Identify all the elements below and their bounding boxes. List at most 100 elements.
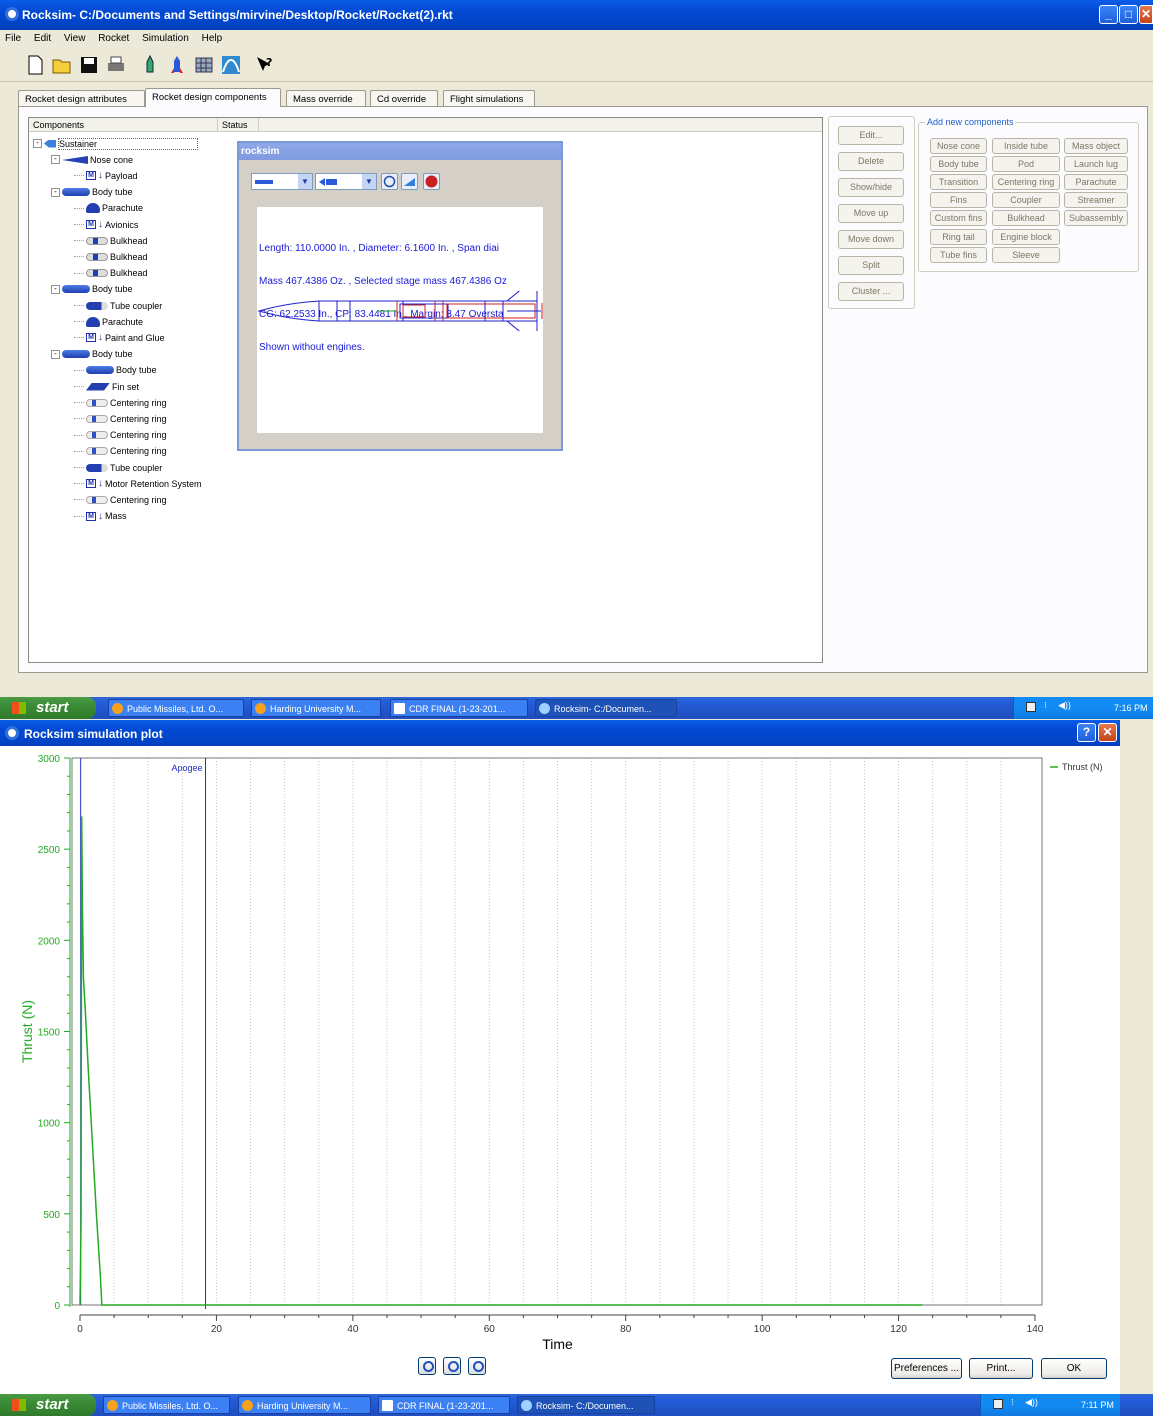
tree-node[interactable]: Tube coupler xyxy=(74,460,162,475)
add-bulkhead-button[interactable]: Bulkhead xyxy=(992,210,1060,227)
plot-title-bar[interactable]: Rocksim simulation plot ? ✕ xyxy=(0,720,1120,746)
add-ring-tail-button[interactable]: Ring tail xyxy=(930,228,987,245)
add-tube-fins-button[interactable]: Tube fins xyxy=(930,246,987,263)
tree-node[interactable]: Bulkhead xyxy=(74,249,148,264)
tab-mass-override[interactable]: Mass override xyxy=(286,90,366,107)
new-file-icon[interactable] xyxy=(24,54,46,76)
tab-rocket-design-attributes[interactable]: Rocket design attributes xyxy=(18,90,145,107)
add-inside-tube-button[interactable]: Inside tube xyxy=(992,138,1060,154)
tree-node[interactable]: - Sustainer xyxy=(33,136,199,151)
cluster-button[interactable]: Cluster ... xyxy=(838,282,904,301)
print-button[interactable]: Print... xyxy=(969,1358,1033,1379)
add-body-tube-button[interactable]: Body tube xyxy=(930,156,987,173)
zoom-out-icon[interactable] xyxy=(443,1357,461,1375)
tree-node[interactable]: Tube coupler xyxy=(74,298,162,313)
show-hide-button[interactable]: Show/hide xyxy=(838,178,904,197)
tab-cd-override[interactable]: Cd override xyxy=(370,90,438,107)
menu-file[interactable]: File xyxy=(0,30,26,44)
tab-rocket-design-components[interactable]: Rocket design components xyxy=(145,88,281,107)
add-sleeve-button[interactable]: Sleeve xyxy=(992,246,1060,263)
tree-node[interactable]: - Nose cone xyxy=(51,152,133,167)
expander-icon[interactable]: - xyxy=(51,284,60,294)
zoom-in-icon[interactable] xyxy=(418,1357,436,1375)
start-button[interactable]: start xyxy=(0,1394,96,1416)
tree-node[interactable]: M ↓ Payload xyxy=(74,168,138,183)
grid-chart-icon[interactable] xyxy=(193,54,215,76)
components-column-header[interactable]: Components xyxy=(33,120,84,130)
expander-icon[interactable]: - xyxy=(51,187,60,197)
task-rocksim[interactable]: Rocksim- C:/Documen... xyxy=(535,699,677,717)
edit-button[interactable]: Edit... xyxy=(838,126,904,145)
plot-close-button[interactable]: ✕ xyxy=(1098,723,1117,742)
speaker-icon[interactable]: ◀)) xyxy=(1025,1397,1038,1408)
expander-icon[interactable]: - xyxy=(51,155,60,165)
add-custom-fins-button[interactable]: Custom fins xyxy=(930,210,987,227)
tree-node[interactable]: M ↓ Paint and Glue xyxy=(74,330,165,345)
expander-icon[interactable]: - xyxy=(51,349,60,359)
split-button[interactable]: Split xyxy=(838,256,904,275)
preferences-button[interactable]: Preferences ... xyxy=(891,1358,962,1379)
add-pod-button[interactable]: Pod xyxy=(992,156,1060,173)
zoom-reset-icon[interactable] xyxy=(468,1357,486,1375)
task-harding-university[interactable]: Harding University M... xyxy=(238,1396,371,1414)
tree-node[interactable]: Centering ring xyxy=(74,444,167,459)
menu-view[interactable]: View xyxy=(59,30,91,44)
clock[interactable]: 7:11 PM xyxy=(1081,1400,1114,1410)
rocket-icon[interactable] xyxy=(166,54,188,76)
flight-plot-icon[interactable] xyxy=(220,54,242,76)
status-column-header[interactable]: Status xyxy=(222,120,248,130)
add-streamer-button[interactable]: Streamer xyxy=(1064,192,1128,209)
stop-icon[interactable] xyxy=(423,173,440,190)
tree-node[interactable]: M ↓ Avionics xyxy=(74,217,138,232)
task-harding-university[interactable]: Harding University M... xyxy=(251,699,381,717)
rocket-stages-icon[interactable] xyxy=(139,54,161,76)
help-tray-icon[interactable] xyxy=(993,1399,1003,1409)
add-coupler-button[interactable]: Coupler xyxy=(992,192,1060,209)
preview-title[interactable]: rocksim xyxy=(239,143,561,160)
move-up-button[interactable]: Move up xyxy=(838,204,904,223)
add-transition-button[interactable]: Transition xyxy=(930,174,987,191)
tree-node[interactable]: Body tube xyxy=(74,363,157,378)
help-button[interactable]: ? xyxy=(1077,723,1096,742)
move-down-button[interactable]: Move down xyxy=(838,230,904,249)
maximize-button[interactable]: □ xyxy=(1119,5,1138,24)
delete-button[interactable]: Delete xyxy=(838,152,904,171)
ok-button[interactable]: OK xyxy=(1041,1358,1107,1379)
task-public-missiles[interactable]: Public Missiles, Ltd. O... xyxy=(108,699,244,717)
title-bar[interactable]: Rocksim- C:/Documents and Settings/mirvi… xyxy=(0,0,1153,30)
tree-node[interactable]: Bulkhead xyxy=(74,266,148,281)
tree-node[interactable]: Centering ring xyxy=(74,428,167,443)
tree-node[interactable]: - Body tube xyxy=(51,185,133,200)
close-button[interactable]: ✕ xyxy=(1139,5,1153,24)
add-engine-block-button[interactable]: Engine block xyxy=(992,228,1060,245)
tree-node[interactable]: M ↓ Mass xyxy=(74,509,127,524)
add-nose-cone-button[interactable]: Nose cone xyxy=(930,138,987,154)
tree-node[interactable]: Parachute xyxy=(74,201,143,216)
network-icon[interactable]: ⁝ xyxy=(1044,700,1047,711)
render-3d-icon[interactable] xyxy=(401,173,418,190)
print-icon[interactable] xyxy=(105,54,127,76)
menu-edit[interactable]: Edit xyxy=(29,30,56,44)
tree-node[interactable]: Parachute xyxy=(74,314,143,329)
add-launch-lug-button[interactable]: Launch lug xyxy=(1064,156,1128,173)
tree-node[interactable]: Bulkhead xyxy=(74,233,148,248)
add-fins-button[interactable]: Fins xyxy=(930,192,987,209)
open-folder-icon[interactable] xyxy=(51,54,73,76)
menu-rocket[interactable]: Rocket xyxy=(93,30,134,44)
tree-node[interactable]: Fin set xyxy=(74,379,139,394)
start-button[interactable]: start xyxy=(0,697,96,719)
view-orientation-select[interactable]: ▼ xyxy=(251,173,313,190)
clock[interactable]: 7:16 PM xyxy=(1114,703,1148,713)
tree-node[interactable]: - Body tube xyxy=(51,347,133,362)
help-tray-icon[interactable] xyxy=(1026,702,1036,712)
stage-select[interactable]: ▼ xyxy=(315,173,377,190)
network-icon[interactable]: ⁝ xyxy=(1011,1397,1014,1408)
tree-node[interactable]: Centering ring xyxy=(74,395,167,410)
globe-icon[interactable] xyxy=(381,173,398,190)
save-icon[interactable] xyxy=(78,54,100,76)
add-parachute-button[interactable]: Parachute xyxy=(1064,174,1128,191)
menu-simulation[interactable]: Simulation xyxy=(137,30,194,44)
task-rocksim[interactable]: Rocksim- C:/Documen... xyxy=(517,1396,655,1414)
context-help-icon[interactable]: ? xyxy=(254,54,276,76)
add-subassembly-button[interactable]: Subassembly xyxy=(1064,210,1128,227)
